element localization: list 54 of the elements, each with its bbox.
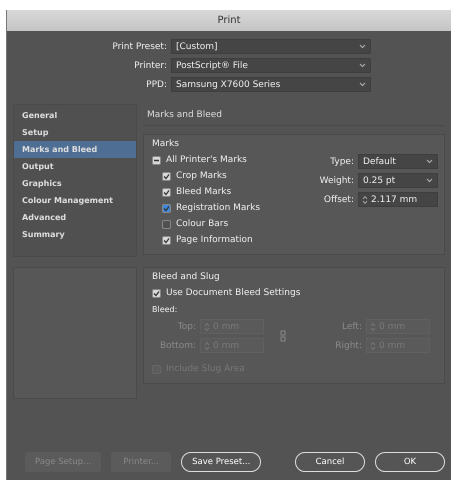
dialog-button[interactable]: Save Preset... <box>181 452 262 472</box>
field-label: Bleed: <box>152 304 178 314</box>
sidebar-item[interactable]: Output <box>14 158 136 175</box>
dropdown[interactable]: Default <box>358 154 438 169</box>
number-field[interactable]: 2.117 mm <box>358 192 438 207</box>
dropdown[interactable]: 0.25 pt <box>358 173 438 188</box>
field-label: Print Preset: <box>111 42 167 52</box>
chevron-down-icon <box>359 63 366 68</box>
dialog-button[interactable]: OK <box>375 452 445 472</box>
sidebar-item[interactable]: Colour Management <box>14 192 136 209</box>
dialog-button[interactable]: Cancel <box>295 452 365 472</box>
checkbox[interactable] <box>162 204 171 212</box>
checkbox-label: Registration Marks <box>176 203 260 213</box>
chain-link-icon[interactable] <box>279 330 287 342</box>
dropdown[interactable]: PostScript® File <box>171 58 371 73</box>
dropdown[interactable]: [Custom] <box>171 39 371 54</box>
checkmark-icon <box>163 188 170 196</box>
checkmark-icon <box>163 172 170 180</box>
checkbox-label: Use Document Bleed Settings <box>166 288 300 298</box>
sidebar-item[interactable]: Marks and Bleed <box>14 141 136 158</box>
field-label: Type: <box>329 156 354 166</box>
sidebar-item[interactable]: Advanced <box>14 209 136 226</box>
chevron-down-icon <box>359 82 366 87</box>
window-title: Print <box>7 10 451 31</box>
checkbox[interactable] <box>162 172 171 180</box>
checkmark-icon <box>153 290 160 296</box>
chevron-down-icon <box>359 44 366 49</box>
chevron-down-icon <box>426 159 433 164</box>
checkbox-label: All Printer's Marks <box>166 155 247 165</box>
field-label: Printer: <box>133 60 167 70</box>
chevron-down-icon <box>426 178 433 183</box>
sidebar-item[interactable]: Setup <box>14 124 136 141</box>
field-label: PPD: <box>145 80 167 90</box>
sidebar-item[interactable]: Graphics <box>14 175 136 192</box>
checkbox-label: Bleed Marks <box>176 187 232 197</box>
group-title: Marks <box>152 139 180 149</box>
field-label: Weight: <box>320 176 354 186</box>
checkbox[interactable] <box>162 236 171 244</box>
dropdown[interactable]: Samsung X7600 Series <box>171 77 371 92</box>
checkbox[interactable] <box>152 288 161 298</box>
sidebar-item[interactable]: General <box>14 107 136 124</box>
checkbox-label: Page Information <box>176 235 253 245</box>
field-label: Offset: <box>322 194 354 204</box>
stepper-icon[interactable] <box>362 194 368 204</box>
checkmark-icon <box>163 204 170 212</box>
checkbox-label: Crop Marks <box>176 171 227 181</box>
sidebar-item[interactable]: Summary <box>14 226 136 243</box>
panel-title: Marks and Bleed <box>143 104 445 126</box>
checkbox[interactable] <box>152 156 161 164</box>
checkbox[interactable] <box>162 188 171 196</box>
checkbox-label: Colour Bars <box>176 219 228 229</box>
checkmark-icon <box>163 236 170 244</box>
group-title: Bleed and Slug <box>152 272 221 282</box>
checkbox[interactable] <box>162 220 171 228</box>
